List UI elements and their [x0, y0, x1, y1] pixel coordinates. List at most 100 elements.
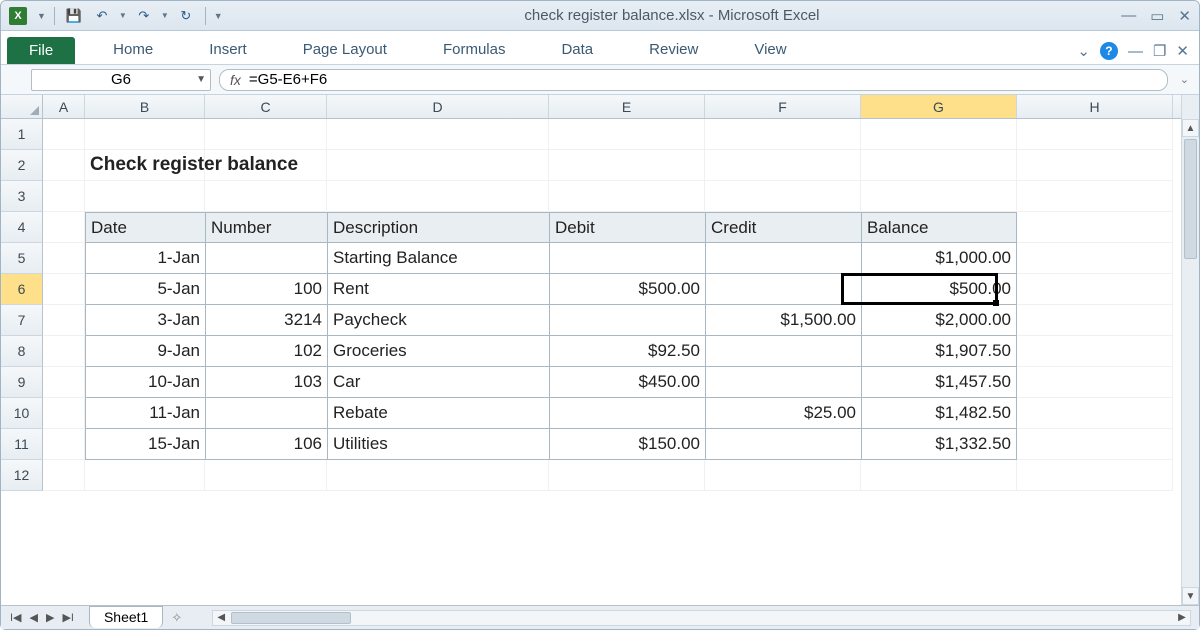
cell[interactable]	[85, 460, 205, 491]
refresh-button[interactable]: ↻	[175, 5, 197, 27]
cell[interactable]	[327, 150, 549, 181]
cell[interactable]	[861, 181, 1017, 212]
cell-number[interactable]	[205, 398, 327, 429]
cell[interactable]	[327, 460, 549, 491]
sheet-nav-first-icon[interactable]: I◀	[7, 609, 25, 626]
window-minimize-icon[interactable]: ―	[1128, 43, 1143, 60]
cell-date[interactable]: 1-Jan	[85, 243, 205, 274]
tab-view[interactable]: View	[744, 35, 796, 64]
cell-number[interactable]: 102	[205, 336, 327, 367]
col-header-G[interactable]: G	[861, 95, 1017, 118]
cell-number[interactable]: 106	[205, 429, 327, 460]
cell-date[interactable]: 15-Jan	[85, 429, 205, 460]
table-header[interactable]: Balance	[861, 212, 1017, 243]
row-header-9[interactable]: 9	[1, 367, 43, 398]
cell-debit[interactable]: $92.50	[549, 336, 705, 367]
tab-data[interactable]: Data	[551, 35, 603, 64]
file-tab[interactable]: File	[7, 37, 75, 64]
cell[interactable]	[43, 212, 85, 243]
cell[interactable]	[1017, 429, 1173, 460]
cell-balance[interactable]: $1,000.00	[861, 243, 1017, 274]
cell[interactable]	[861, 460, 1017, 491]
cell[interactable]	[43, 150, 85, 181]
col-header-H[interactable]: H	[1017, 95, 1173, 118]
cell[interactable]	[43, 336, 85, 367]
cell-desc[interactable]: Rebate	[327, 398, 549, 429]
sheet-nav-next-icon[interactable]: ▶	[43, 609, 57, 626]
table-header[interactable]: Date	[85, 212, 205, 243]
cell[interactable]	[1017, 398, 1173, 429]
cell[interactable]	[1017, 460, 1173, 491]
cell-desc[interactable]: Car	[327, 367, 549, 398]
cell[interactable]	[1017, 119, 1173, 150]
cell[interactable]	[85, 181, 205, 212]
cell-desc[interactable]: Rent	[327, 274, 549, 305]
cell[interactable]	[705, 460, 861, 491]
row-header-11[interactable]: 11	[1, 429, 43, 460]
cell[interactable]	[1017, 150, 1173, 181]
cell-desc[interactable]: Utilities	[327, 429, 549, 460]
tab-home[interactable]: Home	[103, 35, 163, 64]
cell-date[interactable]: 11-Jan	[85, 398, 205, 429]
cell-debit[interactable]: $150.00	[549, 429, 705, 460]
name-box-dropdown-icon[interactable]: ▼	[196, 74, 206, 85]
col-header-E[interactable]: E	[549, 95, 705, 118]
horizontal-scrollbar[interactable]: ◀ ▶	[212, 610, 1191, 626]
help-icon[interactable]: ?	[1100, 42, 1118, 60]
cell[interactable]	[205, 119, 327, 150]
cell[interactable]	[1017, 243, 1173, 274]
col-header-C[interactable]: C	[205, 95, 327, 118]
undo-dropdown-icon[interactable]: ▼	[119, 11, 127, 20]
cell[interactable]	[549, 460, 705, 491]
scroll-up-icon[interactable]: ▲	[1182, 119, 1199, 137]
close-button[interactable]: ✕	[1178, 7, 1191, 25]
cell[interactable]	[85, 119, 205, 150]
cell-desc[interactable]: Starting Balance	[327, 243, 549, 274]
cell-number[interactable]: 100	[205, 274, 327, 305]
cell-balance[interactable]: $1,332.50	[861, 429, 1017, 460]
cell[interactable]	[43, 367, 85, 398]
row-header-8[interactable]: 8	[1, 336, 43, 367]
col-header-D[interactable]: D	[327, 95, 549, 118]
select-all-corner[interactable]	[1, 95, 43, 118]
cell[interactable]	[1017, 212, 1173, 243]
tab-insert[interactable]: Insert	[199, 35, 257, 64]
tab-page-layout[interactable]: Page Layout	[293, 35, 397, 64]
cell-credit[interactable]	[705, 336, 861, 367]
cell[interactable]	[327, 119, 549, 150]
vertical-scrollbar[interactable]: ▲ ▼	[1181, 95, 1199, 605]
cell[interactable]	[705, 181, 861, 212]
cell[interactable]	[1017, 305, 1173, 336]
row-header-12[interactable]: 12	[1, 460, 43, 491]
cell-desc[interactable]: Paycheck	[327, 305, 549, 336]
cell-title[interactable]: Check register balance	[85, 150, 205, 181]
row-header-10[interactable]: 10	[1, 398, 43, 429]
cell[interactable]	[1017, 274, 1173, 305]
sheet-nav-prev-icon[interactable]: ◀	[27, 609, 41, 626]
cell[interactable]	[43, 181, 85, 212]
cell[interactable]	[43, 460, 85, 491]
table-header[interactable]: Description	[327, 212, 549, 243]
cell[interactable]	[1017, 336, 1173, 367]
cell-debit[interactable]	[549, 243, 705, 274]
cell[interactable]	[861, 119, 1017, 150]
maximize-button[interactable]: ▭	[1150, 7, 1164, 25]
cell-balance[interactable]: $1,457.50	[861, 367, 1017, 398]
row-header-5[interactable]: 5	[1, 243, 43, 274]
table-header[interactable]: Number	[205, 212, 327, 243]
tab-formulas[interactable]: Formulas	[433, 35, 516, 64]
row-header-2[interactable]: 2	[1, 150, 43, 181]
new-sheet-icon[interactable]: ✧	[171, 610, 182, 626]
cell[interactable]	[705, 119, 861, 150]
cell[interactable]	[205, 181, 327, 212]
cell-number[interactable]	[205, 243, 327, 274]
cell-desc[interactable]: Groceries	[327, 336, 549, 367]
cell-debit[interactable]: $450.00	[549, 367, 705, 398]
redo-button[interactable]: ↷	[133, 5, 155, 27]
cell-number[interactable]: 3214	[205, 305, 327, 336]
redo-dropdown-icon[interactable]: ▼	[161, 11, 169, 20]
formula-input[interactable]	[249, 71, 1157, 88]
sheet-nav-last-icon[interactable]: ▶I	[59, 609, 77, 626]
col-header-A[interactable]: A	[43, 95, 85, 118]
ribbon-minimize-icon[interactable]: ⌄	[1077, 42, 1090, 60]
